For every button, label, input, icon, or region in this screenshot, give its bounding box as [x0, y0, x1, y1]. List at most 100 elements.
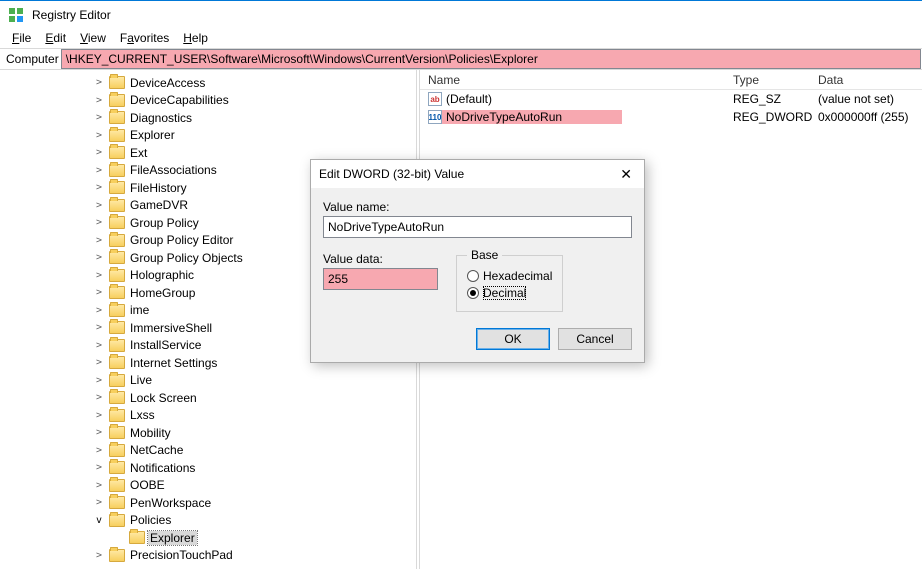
chevron-right-icon[interactable]: > — [92, 235, 106, 246]
chevron-right-icon[interactable]: > — [92, 375, 106, 386]
tree-item[interactable]: >Diagnostics — [92, 109, 416, 127]
radio-dec[interactable] — [467, 287, 479, 299]
tree-item[interactable]: > PrecisionTouchPad — [92, 547, 416, 565]
tree-item-label: PrecisionTouchPad — [128, 548, 235, 562]
folder-icon — [109, 304, 125, 317]
tree-item-label: InstallService — [128, 338, 203, 352]
address-path[interactable]: \HKEY_CURRENT_USER\Software\Microsoft\Wi… — [61, 49, 921, 69]
radio-dec-row[interactable]: Decimal — [467, 286, 552, 300]
tree-item[interactable]: vPolicies — [92, 512, 416, 530]
tree-item-label: Lxss — [128, 408, 157, 422]
chevron-right-icon[interactable]: > — [92, 550, 106, 561]
chevron-right-icon[interactable]: > — [92, 77, 106, 88]
folder-icon — [109, 549, 125, 562]
tree-item[interactable]: >Mobility — [92, 424, 416, 442]
chevron-right-icon[interactable]: > — [92, 480, 106, 491]
tree-item-label: HomeGroup — [128, 286, 197, 300]
chevron-right-icon[interactable]: > — [92, 182, 106, 193]
chevron-right-icon[interactable]: > — [92, 322, 106, 333]
radio-hex[interactable] — [467, 270, 479, 282]
col-type[interactable]: Type — [725, 70, 810, 89]
value-data-input[interactable] — [323, 268, 438, 290]
folder-icon — [109, 199, 125, 212]
ok-button[interactable]: OK — [476, 328, 550, 350]
chevron-right-icon[interactable]: > — [92, 427, 106, 438]
cancel-button[interactable]: Cancel — [558, 328, 632, 350]
chevron-right-icon[interactable]: > — [92, 340, 106, 351]
chevron-right-icon[interactable]: > — [92, 270, 106, 281]
tree-item[interactable]: > NetCache — [92, 442, 416, 460]
chevron-right-icon[interactable]: > — [92, 497, 106, 508]
chevron-down-icon[interactable]: v — [92, 515, 106, 526]
chevron-right-icon[interactable]: > — [92, 112, 106, 123]
tree-item[interactable]: >OOBE — [92, 477, 416, 495]
tree-item[interactable]: > Lxss — [92, 407, 416, 425]
radio-dec-label: Decimal — [483, 286, 526, 300]
folder-icon — [109, 216, 125, 229]
tree-item-label: ImmersiveShell — [128, 321, 214, 335]
tree-item[interactable]: Explorer — [92, 529, 416, 547]
dword-value-icon: 110 — [428, 110, 442, 124]
col-data[interactable]: Data — [810, 70, 922, 89]
list-row[interactable]: 110NoDriveTypeAutoRunREG_DWORD0x000000ff… — [420, 108, 922, 126]
chevron-right-icon[interactable]: > — [92, 147, 106, 158]
tree-item-label: FileAssociations — [128, 163, 219, 177]
registry-editor-icon — [8, 7, 24, 23]
menu-favorites[interactable]: Favorites — [114, 30, 175, 46]
menu-edit[interactable]: Edit — [39, 30, 72, 46]
dialog-titlebar: Edit DWORD (32-bit) Value ✕ — [311, 160, 644, 188]
folder-icon — [109, 409, 125, 422]
chevron-right-icon[interactable]: > — [92, 305, 106, 316]
chevron-right-icon[interactable]: > — [92, 287, 106, 298]
value-name-label: Value name: — [323, 200, 632, 214]
chevron-right-icon[interactable]: > — [92, 217, 106, 228]
tree-item-label-selected: Explorer — [148, 531, 197, 545]
chevron-right-icon[interactable]: > — [92, 252, 106, 263]
value-data: (value not set) — [810, 92, 922, 106]
tree-item-label: Live — [128, 373, 154, 387]
menu-help[interactable]: Help — [177, 30, 214, 46]
chevron-right-icon[interactable]: > — [92, 445, 106, 456]
tree-item[interactable]: > PenWorkspace — [92, 494, 416, 512]
col-name[interactable]: Name — [420, 70, 725, 89]
radio-hex-row[interactable]: Hexadecimal — [467, 269, 552, 283]
close-icon[interactable]: ✕ — [616, 166, 636, 183]
tree-item-label: Holographic — [128, 268, 196, 282]
value-name-input[interactable] — [323, 216, 632, 238]
tree-item[interactable]: > DeviceAccess — [92, 74, 416, 92]
folder-icon — [109, 146, 125, 159]
value-data: 0x000000ff (255) — [810, 110, 922, 124]
chevron-right-icon[interactable]: > — [92, 357, 106, 368]
tree-item[interactable]: >DeviceCapabilities — [92, 92, 416, 110]
folder-icon — [109, 76, 125, 89]
menu-view[interactable]: View — [74, 30, 112, 46]
chevron-right-icon[interactable]: > — [92, 200, 106, 211]
folder-icon — [109, 461, 125, 474]
tree-item[interactable]: > Live — [92, 372, 416, 390]
tree-item-label: Explorer — [128, 128, 177, 142]
chevron-right-icon[interactable]: > — [92, 410, 106, 421]
folder-icon — [109, 426, 125, 439]
folder-icon — [109, 269, 125, 282]
folder-icon — [129, 531, 145, 544]
tree-item-label: PenWorkspace — [128, 496, 213, 510]
folder-icon — [109, 444, 125, 457]
tree-item-label: Group Policy — [128, 216, 201, 230]
folder-icon — [109, 164, 125, 177]
chevron-right-icon[interactable]: > — [92, 165, 106, 176]
base-group: Base Hexadecimal Decimal — [456, 248, 563, 312]
chevron-right-icon[interactable]: > — [92, 130, 106, 141]
tree-item[interactable]: >Notifications — [92, 459, 416, 477]
menubar: File Edit View Favorites Help — [0, 28, 922, 48]
folder-icon — [109, 374, 125, 387]
list-row[interactable]: ab(Default)REG_SZ(value not set) — [420, 90, 922, 108]
chevron-right-icon[interactable]: > — [92, 95, 106, 106]
chevron-right-icon[interactable]: > — [92, 392, 106, 403]
tree-item[interactable]: >Lock Screen — [92, 389, 416, 407]
menu-file[interactable]: File — [6, 30, 37, 46]
folder-icon — [109, 234, 125, 247]
tree-item-label: NetCache — [128, 443, 185, 457]
tree-item-label: DeviceAccess — [128, 76, 207, 90]
tree-item[interactable]: > Explorer — [92, 127, 416, 145]
chevron-right-icon[interactable]: > — [92, 462, 106, 473]
